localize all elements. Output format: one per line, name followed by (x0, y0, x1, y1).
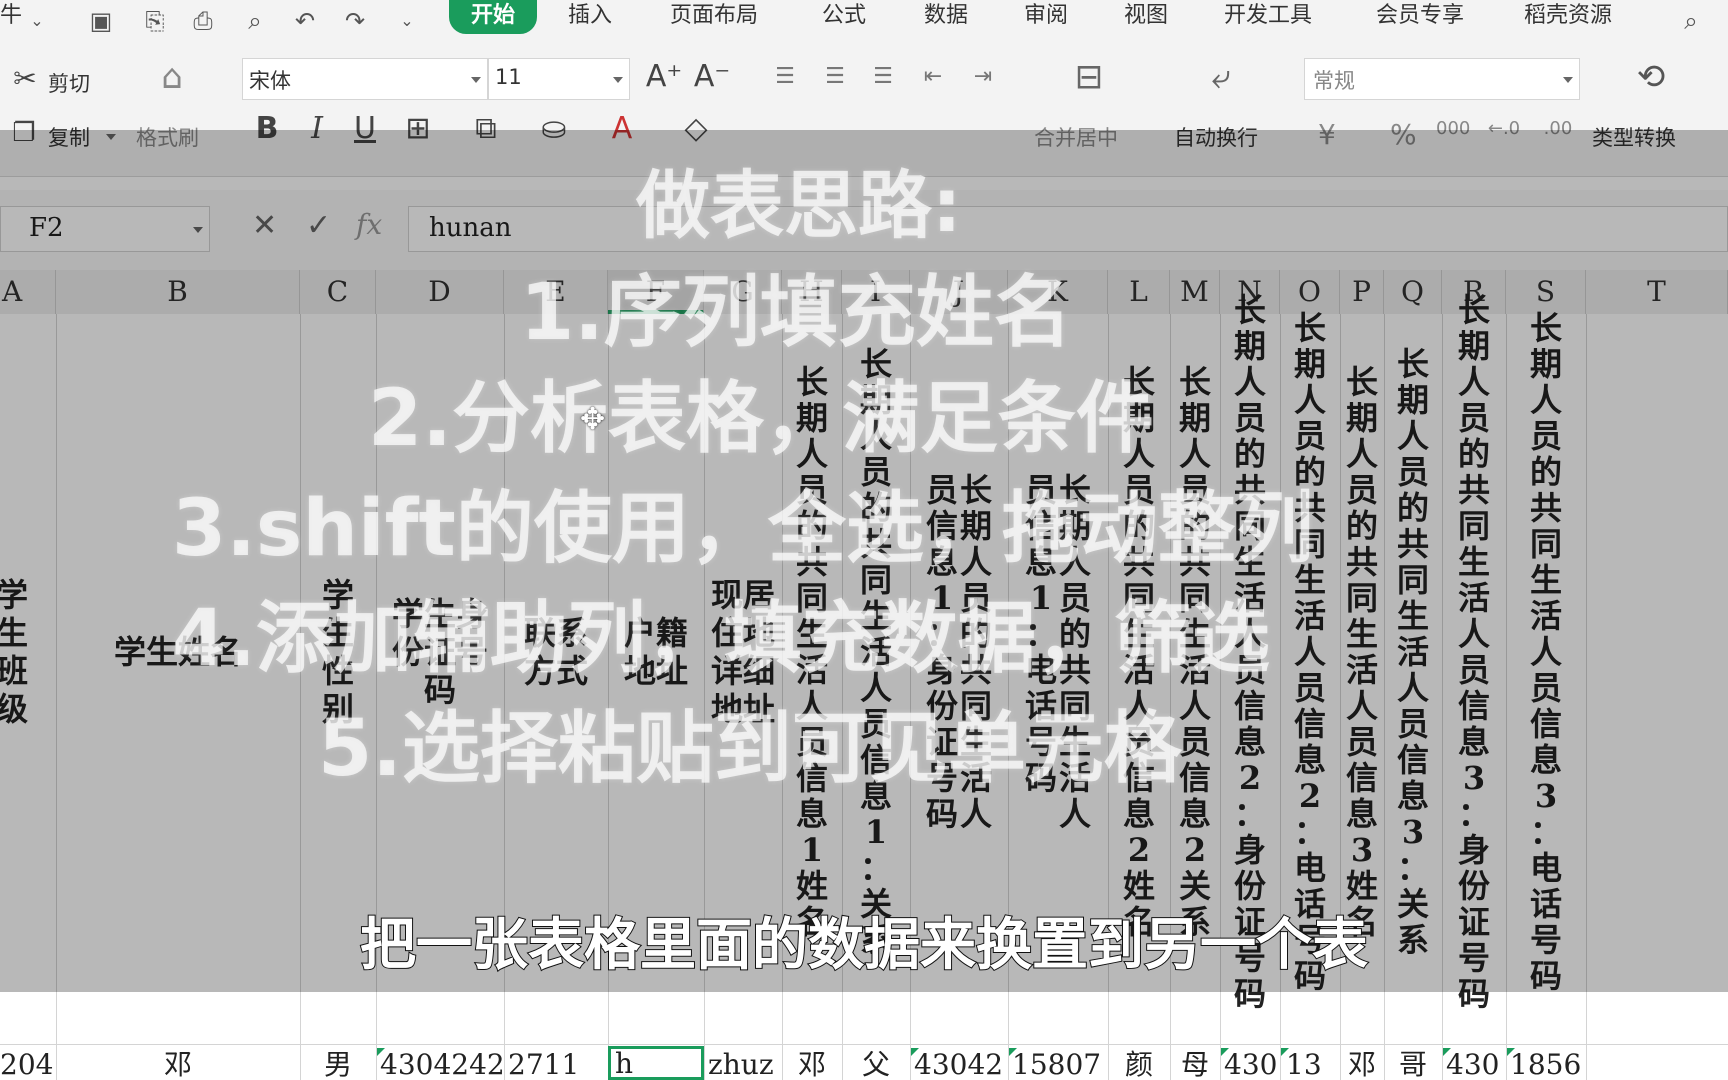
cell-s2[interactable]: 1856 (1510, 1050, 1586, 1080)
cell-h2[interactable]: 邓 (782, 1050, 842, 1080)
export-icon[interactable]: ⎘ (140, 6, 170, 36)
cell-d2[interactable]: 4304242 (380, 1050, 504, 1080)
cell-l2[interactable]: 颜 (1108, 1050, 1170, 1080)
chevron-down-icon (613, 77, 623, 83)
cut-button[interactable]: 剪切 (48, 68, 90, 98)
undo-icon[interactable]: ↶ (290, 6, 320, 36)
font-size-select[interactable]: 11 (488, 58, 630, 100)
tab-developer[interactable]: 开发工具 (1224, 0, 1312, 36)
tab-docer[interactable]: 稻壳资源 (1524, 0, 1612, 36)
search-icon[interactable]: ⌕ (1676, 6, 1706, 36)
cell-o2[interactable]: 13 (1286, 1050, 1340, 1080)
cell-a2[interactable]: 204 (0, 1050, 56, 1080)
font-name-value: 宋体 (249, 69, 291, 93)
cell-j2[interactable]: 43042 (914, 1050, 1008, 1080)
indent-increase-icon[interactable]: ⇥ (966, 60, 1000, 94)
print-preview-icon[interactable]: ⌕ (240, 6, 270, 36)
tab-home[interactable]: 开始 (449, 0, 537, 34)
tab-formulas[interactable]: 公式 (822, 0, 866, 36)
chevron-down-icon (471, 77, 481, 83)
convert-icon: ⟲ (1636, 57, 1666, 97)
cell-q2[interactable]: 哥 (1384, 1050, 1442, 1080)
tab-page-layout[interactable]: 页面布局 (670, 0, 758, 36)
number-format-select[interactable]: 常规 (1304, 58, 1580, 100)
wrap-text-icon: ⤶ (1211, 57, 1231, 97)
move-cursor-icon: ✥ (580, 402, 606, 437)
cell-m2[interactable]: 母 (1170, 1050, 1220, 1080)
overlay-step-1: 1.序列填充姓名 (520, 268, 1072, 358)
overlay-step-4: 4.添加辅助列，填充数据，筛选 (172, 594, 1270, 684)
overlay-step-5: 5.选择粘贴到可见单元格 (318, 704, 1182, 794)
cell-e2[interactable]: 2711 (508, 1050, 604, 1080)
cell-f2[interactable]: h (608, 1046, 704, 1080)
font-size-value: 11 (495, 65, 522, 89)
overlay-step-2: 2.分析表格，满足条件 (368, 374, 1154, 464)
cell-k2[interactable]: 15807 (1012, 1050, 1108, 1080)
overlay-title: 做表思路: (636, 163, 962, 249)
cell-g2[interactable]: zhuz (708, 1050, 782, 1080)
cell-p2[interactable]: 邓 (1340, 1050, 1384, 1080)
tab-view[interactable]: 视图 (1124, 0, 1168, 36)
tab-insert[interactable]: 插入 (568, 0, 612, 36)
number-format-value: 常规 (1313, 69, 1355, 93)
menu-bar: 牛 ⌄ ▣ ⎘ ⎙ ⌕ ↶ ↷ ⌄ 开始 插入 页面布局 公式 数据 审阅 视图… (0, 0, 1728, 46)
align-bottom-icon[interactable]: ☰ (866, 60, 900, 94)
font-shrink-icon[interactable]: A⁻ (692, 60, 732, 94)
menu-left-fragment[interactable]: 牛 (0, 0, 22, 36)
merge-icon: ⊟ (1074, 57, 1104, 97)
more-icon[interactable]: ⌄ (392, 6, 422, 36)
gridline (0, 1044, 1728, 1045)
font-grow-icon[interactable]: A⁺ (644, 60, 684, 94)
font-name-select[interactable]: 宋体 (242, 58, 488, 100)
indent-decrease-icon[interactable]: ⇤ (916, 60, 950, 94)
align-top-icon[interactable]: ☰ (768, 60, 802, 94)
tab-member[interactable]: 会员专享 (1376, 0, 1464, 36)
tab-data[interactable]: 数据 (924, 0, 968, 36)
cell-i2[interactable]: 父 (842, 1050, 910, 1080)
cell-n2[interactable]: 430 (1224, 1050, 1280, 1080)
chevron-down-icon (1563, 77, 1573, 83)
print-icon[interactable]: ⎙ (188, 6, 218, 36)
cell-b2[interactable]: 邓 (56, 1050, 300, 1080)
align-middle-icon[interactable]: ☰ (818, 60, 852, 94)
cell-r2[interactable]: 430 (1446, 1050, 1506, 1080)
scissors-icon: ✂ (13, 62, 37, 95)
overlay-step-3: 3.shift的使用，全选，拖动整列 (172, 484, 1314, 574)
tab-review[interactable]: 审阅 (1024, 0, 1068, 36)
video-subtitle: 把一张表格里面的数据来换置到另一个表 (359, 912, 1369, 979)
redo-icon[interactable]: ↷ (340, 6, 370, 36)
chevron-down-icon[interactable]: ⌄ (22, 6, 52, 36)
brush-icon: ⌂ (161, 57, 183, 97)
cell-c2[interactable]: 男 (300, 1050, 376, 1080)
save-icon[interactable]: ▣ (86, 6, 116, 36)
